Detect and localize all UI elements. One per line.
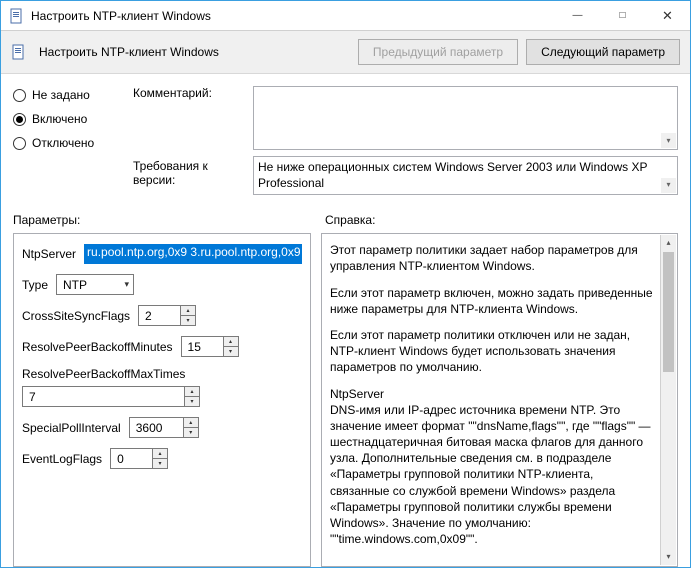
radio-icon: [13, 113, 26, 126]
type-value: NTP: [63, 278, 87, 292]
toolbar-heading: Настроить NTP-клиент Windows: [39, 45, 219, 59]
gpo-editor-window: Настроить NTP-клиент Windows — □ ✕ Настр…: [0, 0, 691, 568]
minimize-button[interactable]: —: [555, 1, 600, 30]
scroll-up-icon[interactable]: ▴: [661, 235, 676, 251]
specialpollinterval-input[interactable]: 3600 ▴▾: [129, 417, 199, 438]
scrollbar[interactable]: ▴ ▾: [660, 235, 676, 565]
previous-setting-button[interactable]: Предыдущий параметр: [358, 39, 518, 65]
radio-label: Отключено: [32, 136, 94, 150]
ntpserver-label: NtpServer: [22, 247, 76, 261]
maximize-button[interactable]: □: [600, 1, 645, 30]
crosssitesyncflags-label: CrossSiteSyncFlags: [22, 309, 130, 323]
spin-up-icon[interactable]: ▴: [184, 418, 198, 428]
crosssitesyncflags-input[interactable]: 2 ▴▾: [138, 305, 196, 326]
comment-textarea[interactable]: ▾: [253, 86, 678, 150]
help-text: Если этот параметр включен, можно задать…: [330, 285, 655, 317]
spin-value: 15: [188, 340, 201, 354]
window-title: Настроить NTP-клиент Windows: [31, 9, 555, 23]
spin-value: 3600: [136, 421, 163, 435]
ntpserver-input[interactable]: ru.pool.ntp.org,0x9 3.ru.pool.ntp.org,0x…: [84, 244, 302, 264]
radio-label: Включено: [32, 112, 87, 126]
help-body: DNS-имя или IP-адрес источника времени N…: [330, 403, 651, 547]
state-enabled[interactable]: Включено: [13, 112, 133, 126]
help-panel: Этот параметр политики задает набор пара…: [321, 233, 678, 567]
radio-icon: [13, 89, 26, 102]
chevron-down-icon[interactable]: ▾: [661, 178, 676, 193]
next-setting-button[interactable]: Следующий параметр: [526, 39, 680, 65]
policy-icon: [11, 44, 27, 60]
state-not-configured[interactable]: Не задано: [13, 88, 133, 102]
params-section-label: Параметры:: [13, 213, 311, 227]
toolbar: Настроить NTP-клиент Windows Предыдущий …: [1, 31, 690, 74]
type-select[interactable]: NTP ▾: [56, 274, 134, 295]
requirements-text: Не ниже операционных систем Windows Serv…: [258, 160, 647, 190]
help-subhead: NtpServer: [330, 387, 384, 401]
spin-up-icon[interactable]: ▴: [185, 387, 199, 397]
resolvepeerbackoffmaxtimes-input[interactable]: 7 ▴▾: [22, 386, 200, 407]
params-panel: NtpServer ru.pool.ntp.org,0x9 3.ru.pool.…: [13, 233, 311, 567]
chevron-down-icon: ▾: [124, 279, 129, 290]
spin-up-icon[interactable]: ▴: [153, 449, 167, 459]
specialpollinterval-label: SpecialPollInterval: [22, 421, 121, 435]
titlebar: Настроить NTP-клиент Windows — □ ✕: [1, 1, 690, 31]
radio-icon: [13, 137, 26, 150]
spin-up-icon[interactable]: ▴: [224, 337, 238, 347]
resolvepeerbackoffminutes-input[interactable]: 15 ▴▾: [181, 336, 239, 357]
requirements-box: Не ниже операционных систем Windows Serv…: [253, 156, 678, 195]
spin-value: 2: [145, 309, 152, 323]
comment-label: Комментарий:: [133, 86, 253, 100]
scroll-down-icon[interactable]: ▾: [661, 549, 676, 565]
scroll-thumb[interactable]: [663, 252, 674, 372]
help-text: NtpServer DNS-имя или IP-адрес источника…: [330, 386, 655, 548]
spin-value: 0: [117, 452, 124, 466]
close-button[interactable]: ✕: [645, 1, 690, 30]
radio-label: Не задано: [32, 88, 90, 102]
help-text: Этот параметр политики задает набор пара…: [330, 242, 655, 274]
state-disabled[interactable]: Отключено: [13, 136, 133, 150]
type-label: Type: [22, 278, 48, 292]
spin-down-icon[interactable]: ▾: [224, 347, 238, 356]
help-section-label: Справка:: [311, 213, 678, 227]
spin-down-icon[interactable]: ▾: [185, 397, 199, 406]
eventlogflags-input[interactable]: 0 ▴▾: [110, 448, 168, 469]
spin-down-icon[interactable]: ▾: [181, 316, 195, 325]
resolvepeerbackoffminutes-label: ResolvePeerBackoffMinutes: [22, 340, 173, 354]
requirements-label: Требования к версии:: [133, 156, 253, 187]
policy-icon: [9, 8, 25, 24]
resolvepeerbackoffmaxtimes-label: ResolvePeerBackoffMaxTimes: [22, 367, 302, 381]
spin-value: 7: [29, 390, 36, 404]
eventlogflags-label: EventLogFlags: [22, 452, 102, 466]
spin-down-icon[interactable]: ▾: [153, 459, 167, 468]
spin-down-icon[interactable]: ▾: [184, 428, 198, 437]
chevron-down-icon[interactable]: ▾: [661, 133, 676, 148]
spin-up-icon[interactable]: ▴: [181, 306, 195, 316]
help-text: Если этот параметр политики отключен или…: [330, 327, 655, 376]
